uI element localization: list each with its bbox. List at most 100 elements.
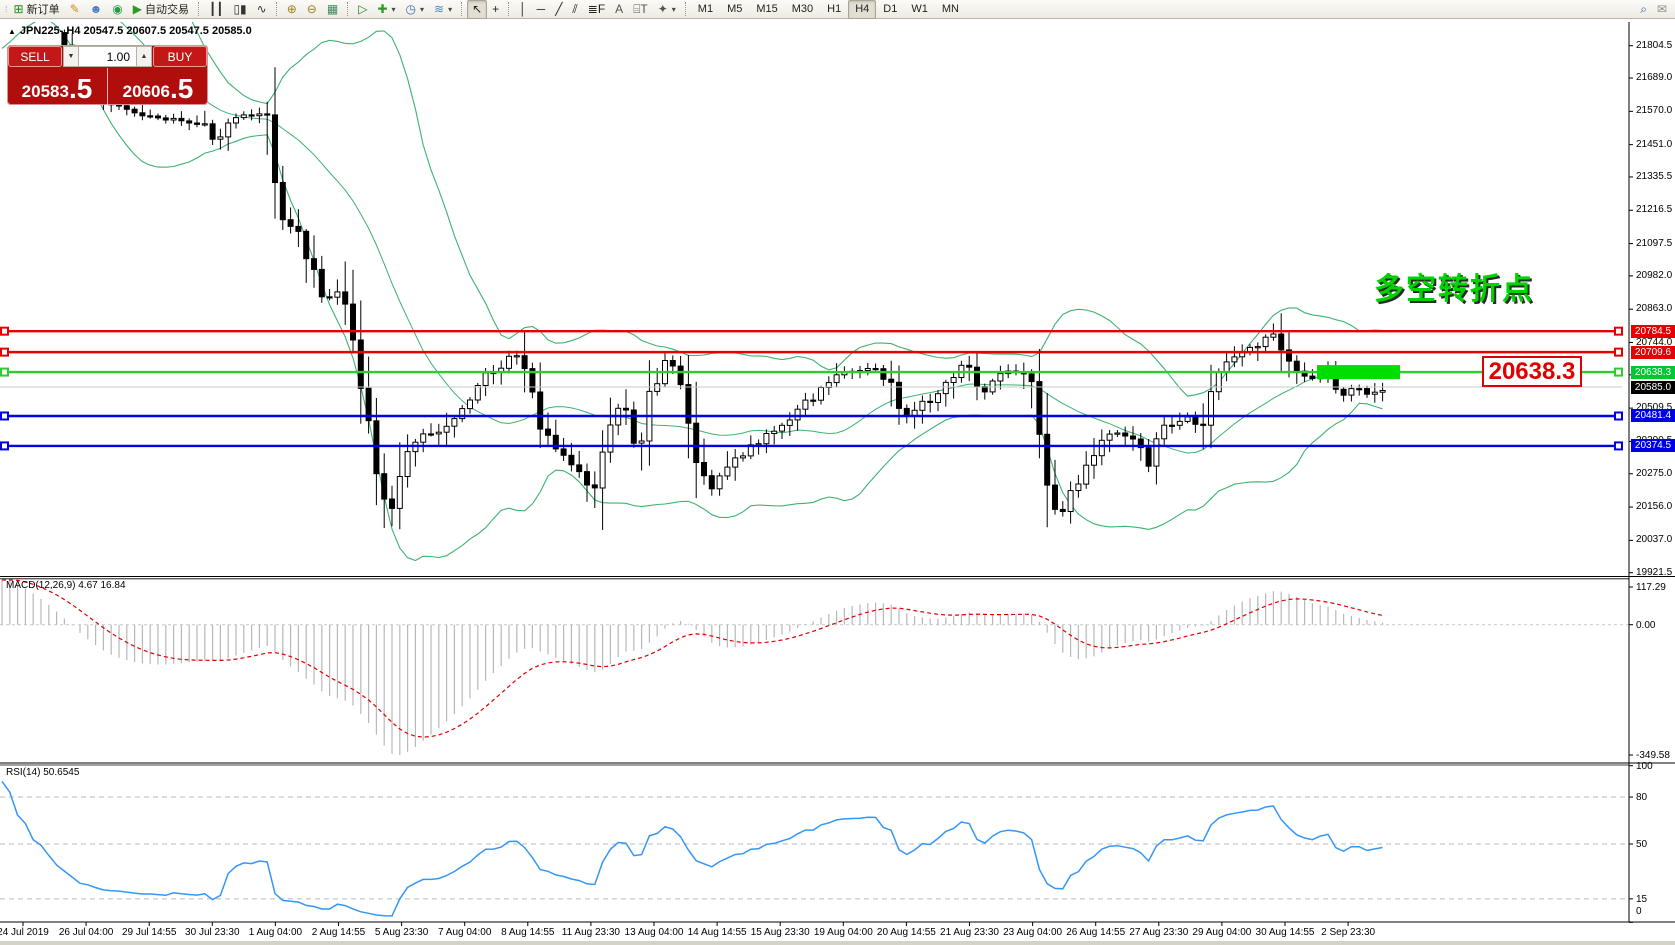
eraser-button[interactable]: ✎ (65, 0, 85, 19)
candle-bullish (1153, 438, 1160, 467)
line-handle[interactable] (1614, 326, 1623, 336)
timeframe-m15[interactable]: M15 (749, 0, 784, 19)
candle-bearish (1145, 447, 1152, 467)
chat-button[interactable]: ✉ (1652, 0, 1672, 19)
zoom-out-button[interactable]: ⊖ (302, 0, 322, 19)
candle-bullish (763, 433, 770, 445)
text-button[interactable]: A (610, 0, 628, 19)
candle-bullish (802, 399, 809, 410)
shapes-button[interactable]: ✦ ▾ (653, 0, 681, 19)
candle-bearish (303, 230, 310, 260)
chart-style-button[interactable]: ≋ ▾ (429, 0, 457, 19)
volume-increase-button[interactable]: ▲ (136, 46, 152, 67)
text-label-button[interactable]: ⌸T (628, 0, 653, 19)
price-callout-box[interactable]: 20638.3 (1482, 356, 1582, 387)
text-icon: A (615, 2, 624, 16)
candle-bearish (591, 484, 598, 489)
dropdown-arrow-icon[interactable]: ▾ (448, 5, 452, 14)
vertical-line-icon: │ (519, 2, 527, 16)
timeframe-h4[interactable]: H4 (848, 0, 877, 19)
candle-bullish (794, 408, 801, 421)
price-level-badge: 20374.5 (1631, 439, 1675, 453)
candle-bearish (1169, 424, 1175, 427)
time-axis-label: 7 Aug 04:00 (437, 927, 492, 938)
candle-bullish (654, 383, 661, 392)
candle-bullish (724, 466, 731, 477)
profile-button[interactable]: ☻ (85, 0, 108, 19)
search-button[interactable]: ⌕ (1635, 0, 1652, 19)
candle-bearish (357, 339, 364, 389)
macd-signal-line (2, 579, 1383, 738)
new-order-button[interactable]: ⊞ 新订单 (9, 0, 65, 19)
crosshair-button[interactable]: + (487, 0, 504, 19)
dropdown-arrow-icon[interactable]: ▾ (672, 5, 676, 14)
sell-price[interactable]: 20583.5 (7, 68, 108, 105)
signal-button[interactable]: ◉ (107, 0, 127, 19)
candle-bearish (373, 420, 380, 475)
candle-bullish (1176, 420, 1183, 426)
candle-bullish (942, 381, 949, 395)
candle-bearish (248, 114, 255, 117)
line-handle[interactable] (0, 326, 9, 336)
candle-bearish (311, 258, 317, 270)
line-handle[interactable] (1614, 367, 1623, 377)
fibonacci-button[interactable]: ≣F (583, 0, 610, 19)
candle-bearish (381, 473, 388, 500)
line-chart-button[interactable]: ∿ (252, 0, 272, 19)
candle-bearish (186, 120, 193, 124)
vertical-line-button[interactable]: │ (514, 0, 532, 19)
candle-bullish (989, 380, 996, 393)
time-axis-label: 11 Aug 23:30 (561, 927, 620, 938)
candle-bearish (1130, 435, 1136, 440)
candle-bearish (1364, 388, 1370, 395)
toolbar-separator (508, 2, 510, 16)
line-handle[interactable] (1614, 411, 1623, 421)
bar-chart-button[interactable]: ┃┃ (204, 0, 228, 19)
timeframe-m1[interactable]: M1 (691, 0, 720, 19)
autotrade-button[interactable]: ▶ 自动交易 (128, 0, 194, 19)
time-axis-label: 27 Aug 23:30 (1129, 927, 1189, 938)
line-handle[interactable] (1614, 347, 1623, 357)
sell-price-frac: .5 (68, 73, 93, 104)
line-handle[interactable] (0, 441, 9, 451)
timeframe-w1[interactable]: W1 (904, 0, 935, 19)
volume-input[interactable]: 1.00 (79, 46, 136, 67)
tile-windows-button[interactable]: ▦ (322, 0, 343, 19)
collapse-arrow-icon[interactable]: ▲ (8, 27, 16, 36)
candle-bearish (966, 364, 973, 368)
line-handle[interactable] (0, 367, 9, 377)
candle-bearish (693, 422, 700, 464)
profit-chart-button[interactable]: ▷ (353, 0, 372, 19)
timeframe-d1[interactable]: D1 (876, 0, 904, 19)
timeframe-m30[interactable]: M30 (785, 0, 820, 19)
highlight-rectangle[interactable] (1317, 365, 1400, 380)
volume-decrease-button[interactable]: ▼ (63, 46, 79, 67)
candle-bearish (178, 117, 185, 122)
timeframe-m5[interactable]: M5 (720, 0, 749, 19)
timeframe-h1[interactable]: H1 (820, 0, 848, 19)
line-handle[interactable] (1614, 441, 1623, 451)
timeframe-mn[interactable]: MN (935, 0, 966, 19)
macd-scale-max: 117.29 (1636, 582, 1666, 593)
buy-button[interactable]: BUY (153, 46, 207, 67)
buy-price[interactable]: 20606.5 (108, 68, 208, 105)
indicators-button[interactable]: ✚ ▾ (372, 0, 400, 19)
line-chart-icon: ∿ (256, 2, 267, 16)
periods-button[interactable]: ◷ ▾ (401, 0, 430, 19)
line-handle[interactable] (0, 411, 9, 421)
trendline-button[interactable]: ╱ (550, 0, 567, 19)
candle-bullish (1161, 424, 1168, 440)
horizontal-line-button[interactable]: ─ (532, 0, 551, 19)
candle-bearish (318, 268, 325, 298)
dropdown-arrow-icon[interactable]: ▾ (420, 5, 424, 14)
price-tick-label: 21689.0 (1636, 72, 1673, 84)
candle-chart-button[interactable]: ▯▮ (228, 0, 251, 19)
zoom-in-button[interactable]: ⊕ (282, 0, 302, 19)
cursor-button[interactable]: ↖ (467, 0, 488, 19)
dropdown-arrow-icon[interactable]: ▾ (392, 5, 396, 14)
line-handle[interactable] (0, 347, 9, 357)
candle-bullish (467, 399, 473, 410)
candle-bearish (1200, 423, 1207, 426)
sell-button[interactable]: SELL (8, 46, 62, 67)
channel-button[interactable]: ⫽ (567, 0, 582, 19)
